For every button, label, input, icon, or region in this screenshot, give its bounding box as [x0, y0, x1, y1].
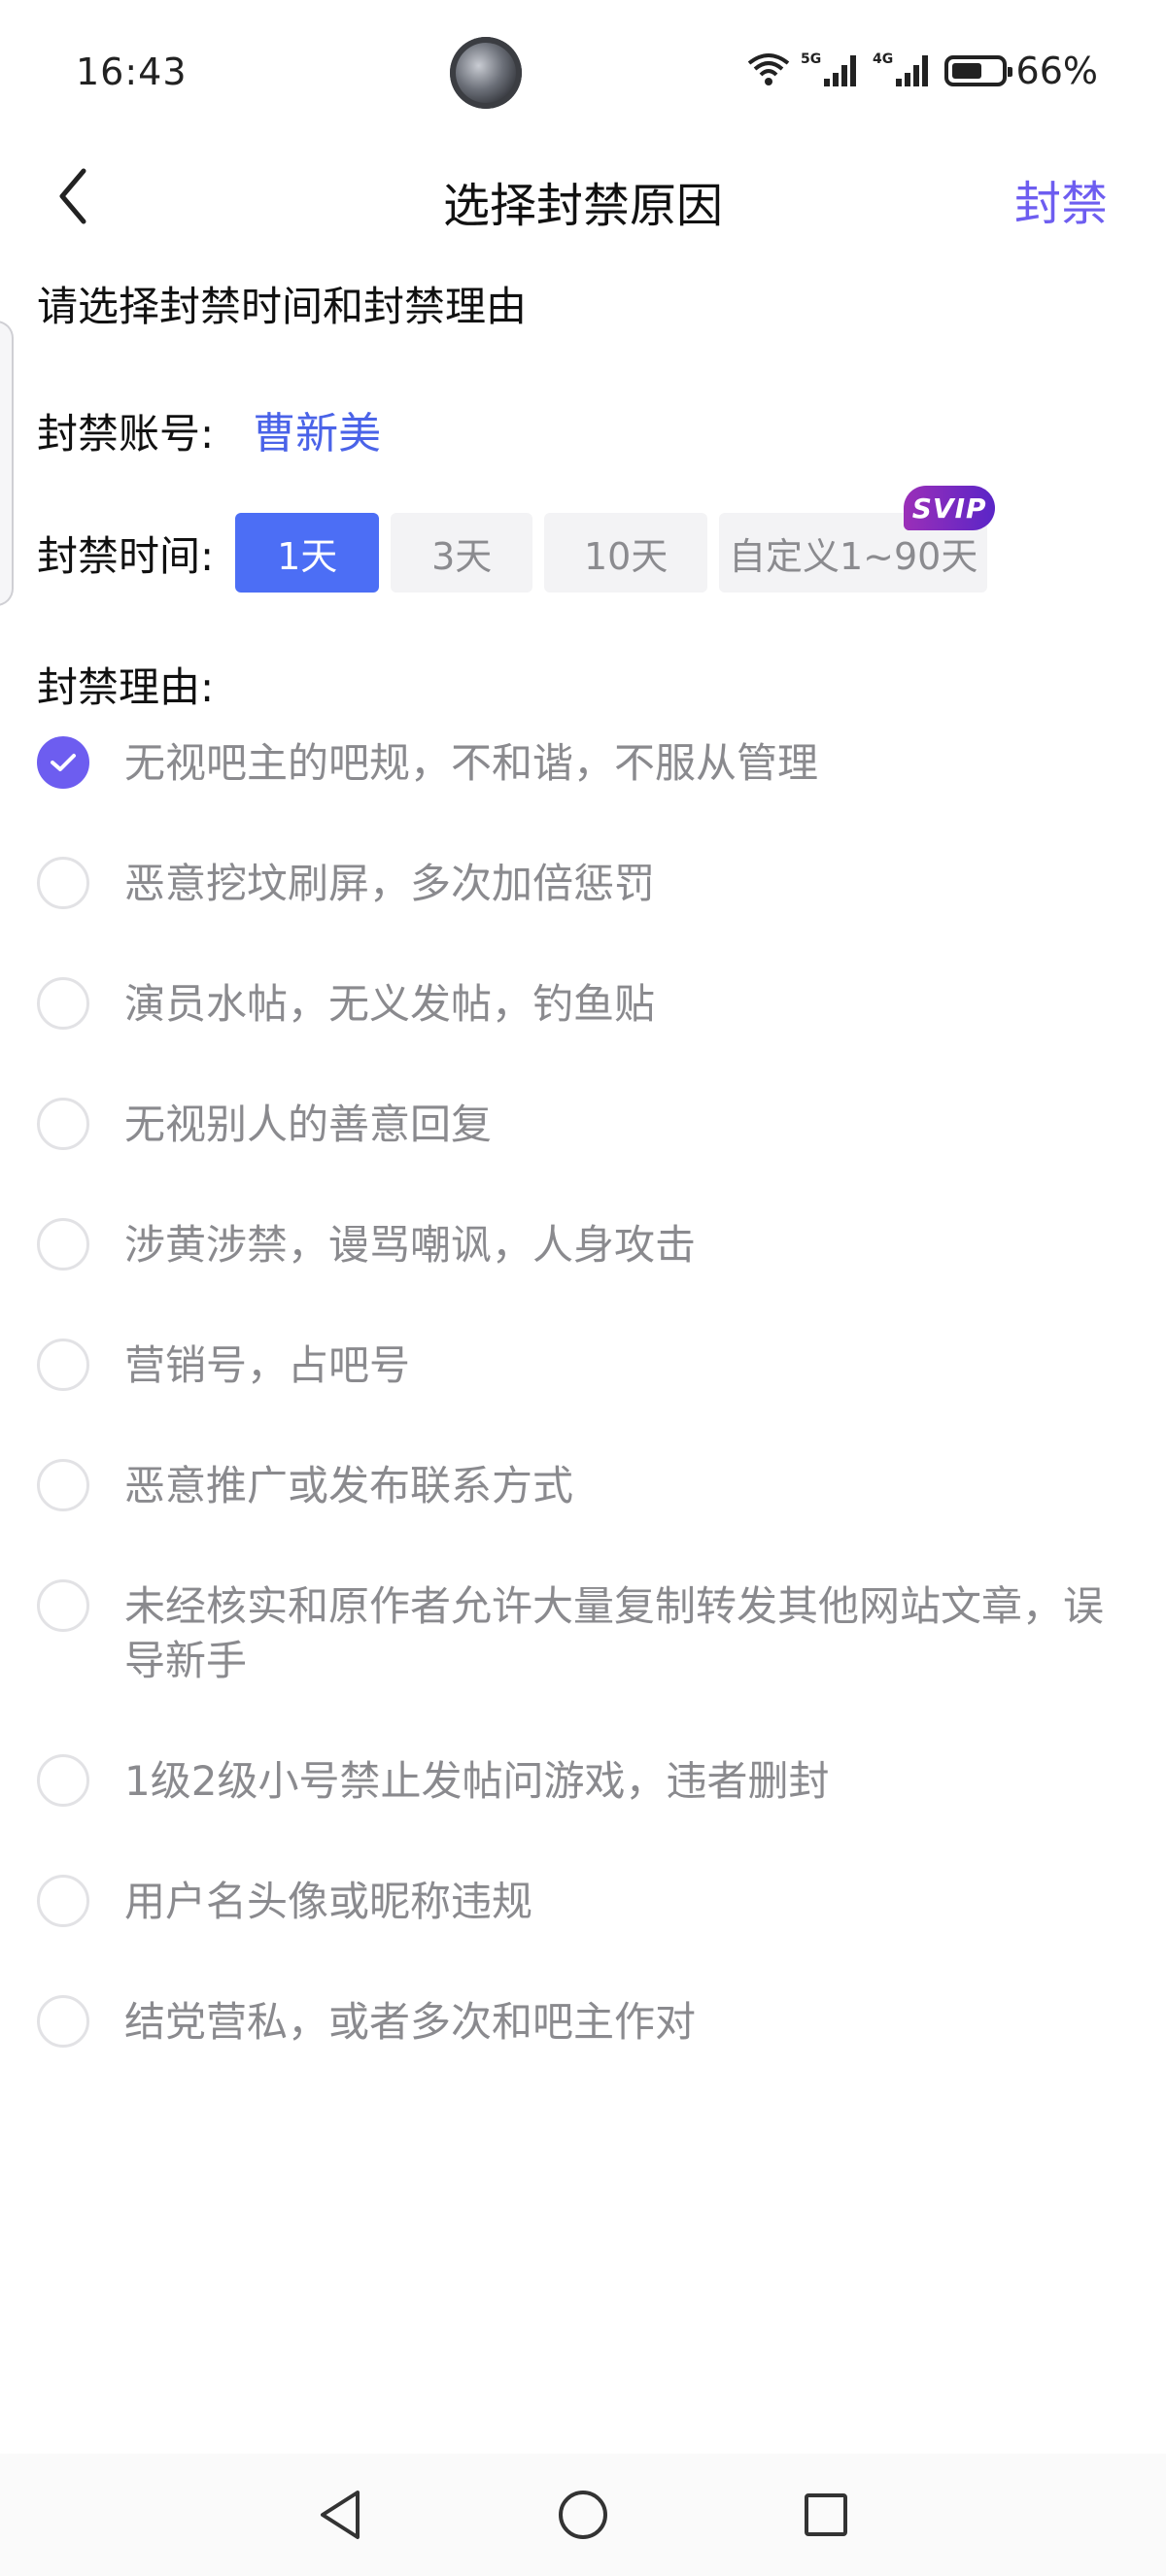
reason-text: 1级2级小号禁止发帖问游戏，违者删封: [124, 1757, 830, 1805]
reason-text: 结党营私，或者多次和吧主作对: [124, 1998, 697, 2046]
account-label: 封禁账号:: [37, 410, 215, 458]
radio-unchecked-icon[interactable]: [37, 1339, 89, 1391]
radio-unchecked-icon[interactable]: [37, 1098, 89, 1150]
radio-unchecked-icon[interactable]: [37, 1754, 89, 1807]
reason-text: 涉黄涉禁，谩骂嘲讽，人身攻击: [124, 1221, 697, 1269]
status-indicators: 5G 4G 66%: [746, 47, 1098, 95]
reason-item[interactable]: 1级2级小号禁止发帖问游戏，违者删封: [37, 1754, 1125, 1809]
reason-text: 无视别人的善意回复: [124, 1101, 493, 1148]
radio-unchecked-icon[interactable]: [37, 1875, 89, 1927]
ban-time-label: 封禁时间:: [37, 531, 215, 580]
reason-item[interactable]: 恶意推广或发布联系方式: [37, 1459, 1125, 1513]
time-option-custom[interactable]: 自定义1~90天 SVIP: [719, 486, 996, 593]
radio-unchecked-icon[interactable]: [37, 1218, 89, 1271]
battery-percent: 66%: [1015, 50, 1098, 92]
time-option-3-days[interactable]: 3天: [391, 513, 533, 593]
reason-text: 无视吧主的吧规，不和谐，不服从管理: [124, 739, 819, 787]
page-title: 选择封禁原因: [442, 179, 723, 233]
account-row: 封禁账号: 曹新美: [37, 398, 381, 460]
reason-item[interactable]: 涉黄涉禁，谩骂嘲讽，人身攻击: [37, 1218, 1125, 1272]
reason-text: 营销号，占吧号: [124, 1341, 411, 1389]
status-avatar-icon: [450, 37, 522, 109]
instruction-text: 请选择封禁时间和封禁理由: [37, 283, 528, 330]
recents-square-icon: [805, 2493, 847, 2536]
4g-signal-icon: 4G: [873, 50, 935, 92]
back-triangle-icon: [321, 2491, 360, 2539]
nav-back-button[interactable]: [311, 2486, 369, 2544]
ban-time-row: 封禁时间: 1天 3天 10天 自定义1~90天 SVIP: [37, 486, 996, 593]
nav-home-button[interactable]: [554, 2486, 612, 2544]
time-option-10-days[interactable]: 10天: [544, 513, 708, 593]
radio-unchecked-icon[interactable]: [37, 1579, 89, 1632]
reason-text: 恶意挖坟刷屏，多次加倍惩罚: [124, 860, 656, 907]
5g-signal-icon: 5G: [801, 50, 863, 92]
battery-icon: [943, 55, 1012, 86]
reason-item[interactable]: 无视别人的善意回复: [37, 1098, 1125, 1152]
svip-badge: SVIP: [904, 486, 996, 530]
radio-checked-icon[interactable]: [37, 736, 89, 789]
header: 选择封禁原因 封禁: [0, 146, 1166, 247]
radio-unchecked-icon[interactable]: [37, 857, 89, 909]
reason-item[interactable]: 恶意挖坟刷屏，多次加倍惩罚: [37, 857, 1125, 911]
account-name-link[interactable]: 曹新美: [253, 398, 381, 460]
system-nav-bar: [0, 2454, 1166, 2576]
edge-handle[interactable]: [0, 321, 14, 606]
reason-text: 用户名头像或昵称违规: [124, 1878, 533, 1925]
ban-reason-label: 封禁理由:: [37, 663, 215, 711]
wifi-icon: [746, 51, 791, 90]
radio-unchecked-icon[interactable]: [37, 1995, 89, 2048]
status-time: 16:43: [76, 51, 188, 93]
reason-item[interactable]: 无视吧主的吧规，不和谐，不服从管理: [37, 736, 1125, 791]
reason-list: 无视吧主的吧规，不和谐，不服从管理 恶意挖坟刷屏，多次加倍惩罚 演员水帖，无义发…: [37, 736, 1125, 2116]
time-option-1-day[interactable]: 1天: [235, 513, 380, 593]
radio-unchecked-icon[interactable]: [37, 1459, 89, 1511]
reason-item[interactable]: 营销号，占吧号: [37, 1339, 1125, 1393]
ban-button[interactable]: 封禁: [1014, 165, 1108, 233]
reason-item[interactable]: 演员水帖，无义发帖，钓鱼贴: [37, 977, 1125, 1032]
reason-text: 演员水帖，无义发帖，钓鱼贴: [124, 980, 656, 1028]
ban-time-options: 1天 3天 10天 自定义1~90天 SVIP: [235, 486, 996, 593]
time-option-custom-label: 自定义1~90天: [728, 534, 978, 578]
status-bar: 16:43 5G 4G 66%: [0, 0, 1166, 146]
reason-text: 未经核实和原作者允许大量复制转发其他网站文章，误导新手: [124, 1582, 1105, 1684]
reason-item[interactable]: 结党营私，或者多次和吧主作对: [37, 1995, 1125, 2050]
nav-recents-button[interactable]: [797, 2486, 855, 2544]
reason-item[interactable]: 用户名头像或昵称违规: [37, 1875, 1125, 1929]
svg-text:5G: 5G: [801, 51, 821, 67]
reason-text: 恶意推广或发布联系方式: [124, 1462, 574, 1509]
reason-item[interactable]: 未经核实和原作者允许大量复制转发其他网站文章，误导新手: [37, 1579, 1125, 1688]
radio-unchecked-icon[interactable]: [37, 977, 89, 1030]
svg-text:4G: 4G: [873, 51, 893, 67]
home-circle-icon: [559, 2491, 607, 2539]
